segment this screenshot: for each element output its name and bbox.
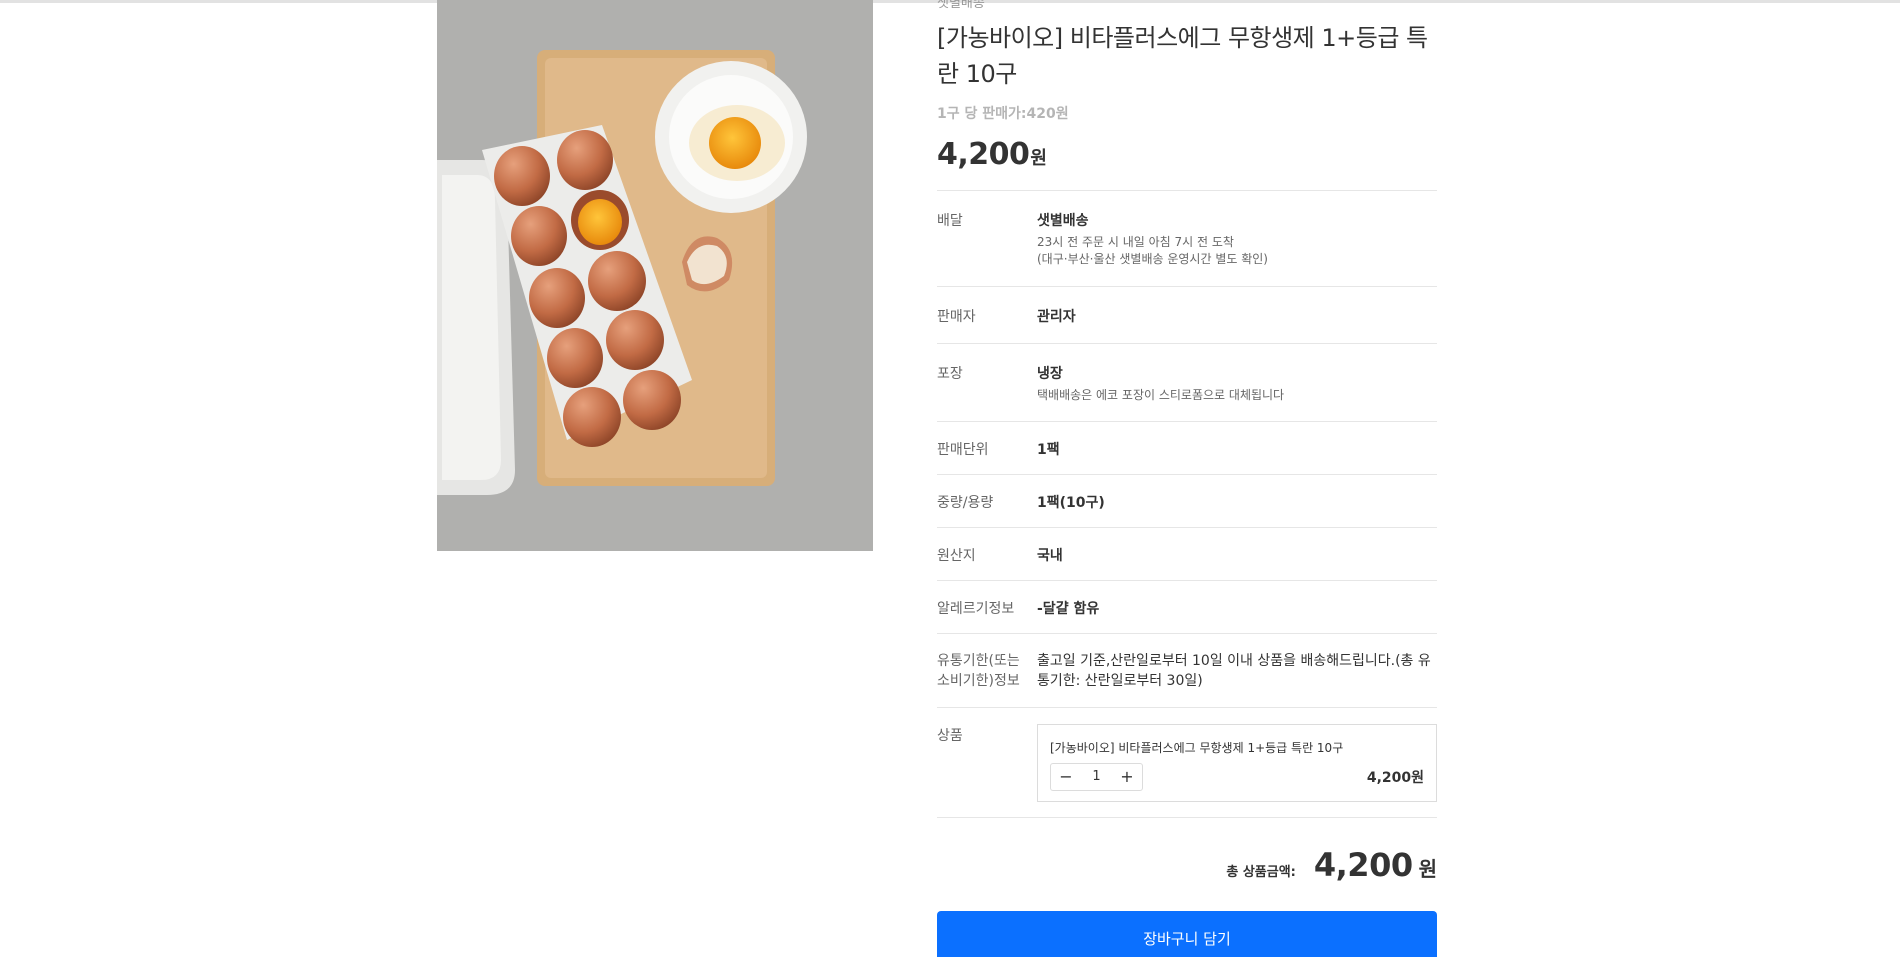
price-value: 4,200 [937, 137, 1030, 172]
expiry-label: 유통기한(또는 소비기한)정보 [937, 653, 1020, 689]
total-price: 총 상품금액: 4,200 원 [1226, 846, 1437, 884]
packaging-label: 포장 [937, 366, 963, 382]
option-row: 상품 [가농바이오] 비타플러스에그 무항생제 1+등급 특란 10구 − 1 … [937, 707, 1437, 817]
product-title: [가농바이오] 비타플러스에그 무항생제 1+등급 특란 10구 [937, 24, 1428, 88]
seller-label: 판매자 [937, 309, 976, 325]
origin-label: 원산지 [937, 548, 976, 564]
total-unit: 원 [1418, 857, 1437, 881]
origin-row: 원산지 국내 [937, 527, 1437, 580]
allergy-row: 알레르기정보 -달걀 함유 [937, 580, 1437, 633]
quantity-stepper[interactable]: − 1 + [1050, 763, 1143, 791]
delivery-tag: 샛별배송 [937, 0, 985, 11]
sale-unit-label: 판매단위 [937, 442, 989, 458]
delivery-label: 배달 [937, 213, 963, 229]
option-box: [가농바이오] 비타플러스에그 무항생제 1+등급 특란 10구 − 1 + 4… [1037, 724, 1437, 802]
total-label: 총 상품금액: [1226, 865, 1296, 880]
product-price: 4,200원 [937, 137, 1047, 172]
allergy-value: -달걀 함유 [1037, 601, 1100, 617]
sale-unit-row: 판매단위 1팩 [937, 421, 1437, 474]
price-unit: 원 [1030, 148, 1047, 169]
product-photo [437, 0, 873, 551]
option-name: [가농바이오] 비타플러스에그 무항생제 1+등급 특란 10구 [1050, 741, 1344, 755]
quantity-value[interactable]: 1 [1081, 764, 1112, 790]
weight-row: 중량/용량 1팩(10구) [937, 474, 1437, 527]
increase-quantity-button[interactable]: + [1112, 764, 1142, 790]
product-image [437, 0, 873, 551]
divider [937, 817, 1437, 818]
weight-value: 1팩(10구) [1037, 495, 1105, 511]
origin-value: 국내 [1037, 548, 1063, 564]
option-label: 상품 [937, 728, 963, 744]
packaging-sub: 택배배송은 에코 포장이 스티로폼으로 대체됩니다 [1037, 388, 1285, 402]
unit-price: 1구 당 판매가:420원 [937, 106, 1069, 122]
sale-unit-value: 1팩 [1037, 442, 1060, 458]
delivery-row: 배달 샛별배송 23시 전 주문 시 내일 아침 7시 전 도착 (대구·부산·… [937, 190, 1437, 286]
packaging-value: 냉장 [1037, 366, 1063, 382]
packaging-row: 포장 냉장 택배배송은 에코 포장이 스티로폼으로 대체됩니다 [937, 343, 1437, 421]
expiry-row: 유통기한(또는 소비기한)정보 출고일 기준,산란일로부터 10일 이내 상품을… [937, 633, 1437, 707]
weight-label: 중량/용량 [937, 495, 994, 511]
option-price: 4,200원 [1366, 770, 1424, 786]
delivery-sub-1: 23시 전 주문 시 내일 아침 7시 전 도착 [1037, 235, 1234, 249]
seller-value: 관리자 [1037, 309, 1076, 325]
decrease-quantity-button[interactable]: − [1051, 764, 1081, 790]
expiry-value: 출고일 기준,산란일로부터 10일 이내 상품을 배송해드립니다.(총 유통기한… [1037, 653, 1431, 689]
delivery-sub-2: (대구·부산·울산 샛별배송 운영시간 별도 확인) [1037, 252, 1268, 266]
seller-row: 판매자 관리자 [937, 286, 1437, 343]
total-amount: 4,200 [1313, 846, 1413, 884]
delivery-value: 샛별배송 [1037, 213, 1089, 229]
allergy-label: 알레르기정보 [937, 601, 1015, 617]
add-to-cart-button[interactable]: 장바구니 담기 [937, 911, 1437, 957]
